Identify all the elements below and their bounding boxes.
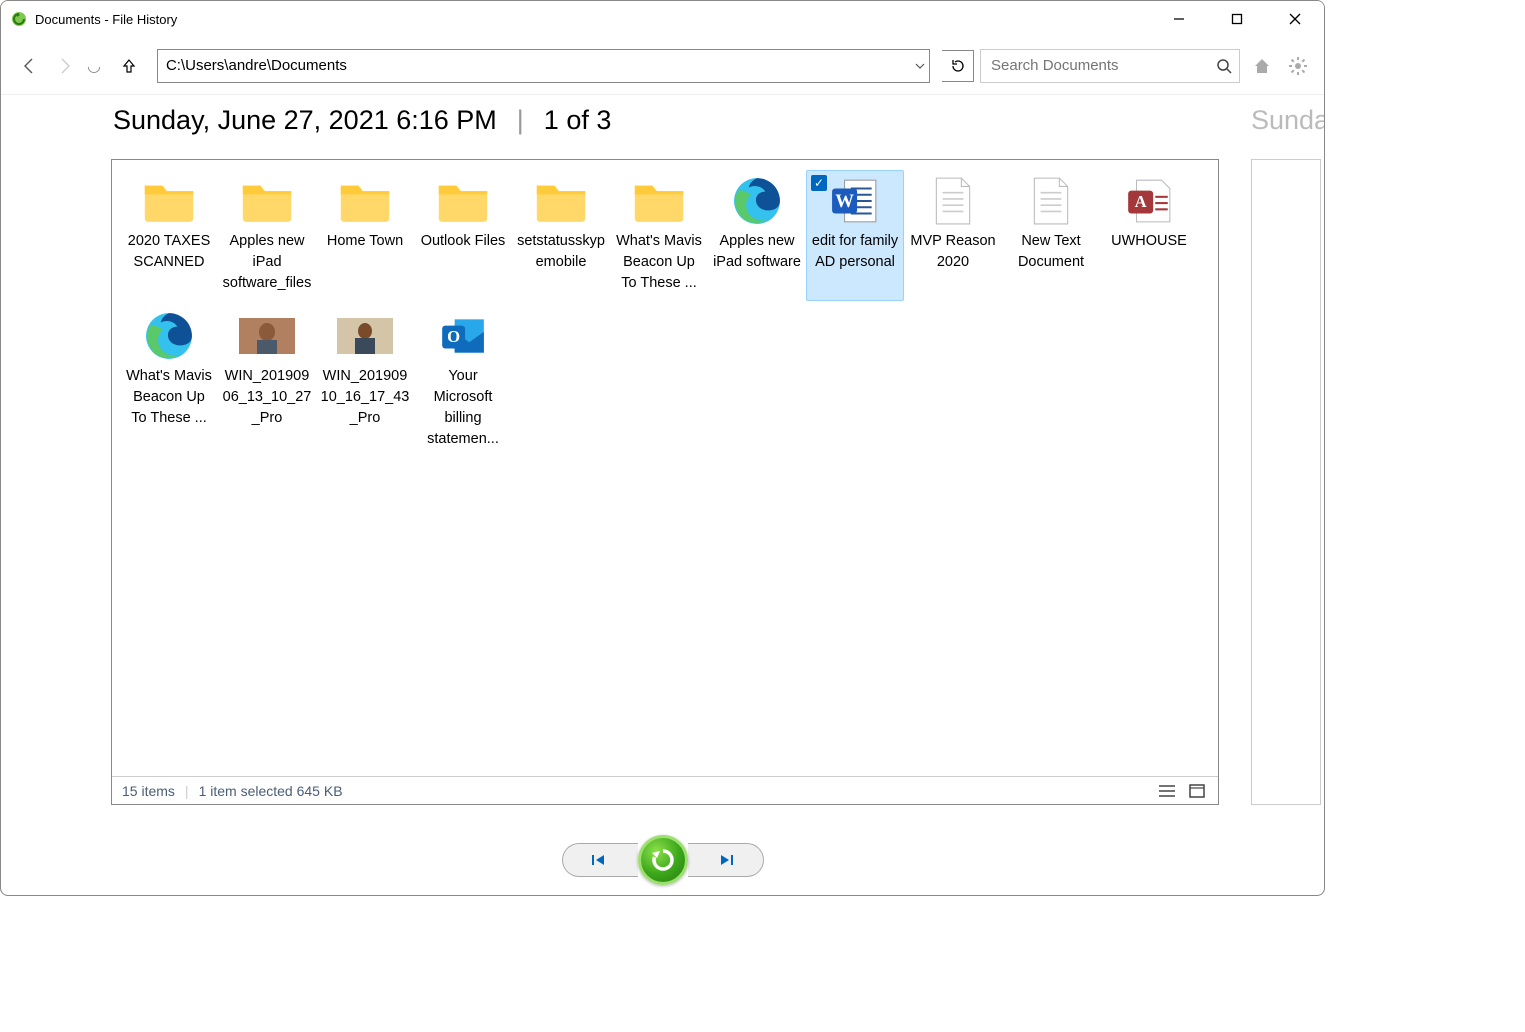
minimize-button[interactable] xyxy=(1150,1,1208,37)
status-selection: 1 item selected 645 KB xyxy=(199,783,343,799)
access-icon xyxy=(1119,175,1179,227)
address-dropdown[interactable] xyxy=(909,50,929,82)
address-input[interactable] xyxy=(158,50,909,82)
page-indicator: 1 of 3 xyxy=(544,105,612,136)
file-label: edit for family AD personal xyxy=(810,231,900,273)
content-area: Sunday, June 27, 2021 6:16 PM | 1 of 3 S… xyxy=(1,95,1324,835)
file-item[interactable]: What's Mavis Beacon Up To These ... xyxy=(120,305,218,457)
status-bar: 15 items | 1 item selected 645 KB xyxy=(112,776,1218,804)
file-label: 2020 TAXES SCANNED xyxy=(124,231,214,273)
search-input[interactable] xyxy=(981,57,1209,74)
file-label: Your Microsoft billing statemen... xyxy=(418,366,508,450)
file-label: Apples new iPad software_files xyxy=(222,231,312,294)
file-label: Home Town xyxy=(327,231,403,252)
edge-icon xyxy=(727,175,787,227)
icon-grid: 2020 TAXES SCANNEDApples new iPad softwa… xyxy=(112,160,1218,774)
restore-button[interactable] xyxy=(638,835,688,885)
edge-icon xyxy=(139,310,199,362)
back-button[interactable] xyxy=(13,50,45,82)
file-label: What's Mavis Beacon Up To These ... xyxy=(124,366,214,429)
file-label: New Text Document xyxy=(1006,231,1096,273)
history-nav-controls xyxy=(562,835,764,885)
view-icons-button[interactable] xyxy=(1186,781,1208,801)
file-label: Apples new iPad software xyxy=(712,231,802,273)
file-label: UWHOUSE xyxy=(1111,231,1187,252)
folder-icon xyxy=(433,175,493,227)
file-item[interactable]: MVP Reason 2020 xyxy=(904,170,1002,301)
folder-icon xyxy=(237,175,297,227)
image1-icon xyxy=(237,310,297,362)
up-button[interactable] xyxy=(113,50,145,82)
address-bar[interactable] xyxy=(157,49,930,83)
snapshot-date: Sunday, June 27, 2021 6:16 PM xyxy=(113,105,497,136)
file-history-window: Documents - File History ◡ xyxy=(0,0,1325,896)
previous-version-button[interactable] xyxy=(562,843,638,877)
file-item[interactable]: WIN_20190910_16_17_43_Pro xyxy=(316,305,414,457)
separator: ◡ xyxy=(87,56,101,76)
window-title: Documents - File History xyxy=(35,12,177,27)
file-label: Outlook Files xyxy=(421,231,506,252)
file-item[interactable]: Your Microsoft billing statemen... xyxy=(414,305,512,457)
folder-icon xyxy=(531,175,591,227)
titlebar: Documents - File History xyxy=(1,1,1324,37)
snapshot-heading: Sunday, June 27, 2021 6:16 PM | 1 of 3 xyxy=(113,105,611,136)
next-version-button[interactable] xyxy=(688,843,764,877)
file-item[interactable]: 2020 TAXES SCANNED xyxy=(120,170,218,301)
folder-icon xyxy=(629,175,689,227)
search-icon[interactable] xyxy=(1209,58,1239,74)
file-label: setstatusskypemobile xyxy=(516,231,606,273)
file-item[interactable]: UWHOUSE xyxy=(1100,170,1198,301)
folder-icon xyxy=(335,175,395,227)
file-panel: 2020 TAXES SCANNEDApples new iPad softwa… xyxy=(111,159,1219,805)
file-item[interactable]: WIN_20190906_13_10_27_Pro xyxy=(218,305,316,457)
text-icon xyxy=(923,175,983,227)
next-snapshot-panel[interactable] xyxy=(1251,159,1321,805)
view-list-button[interactable] xyxy=(1156,781,1178,801)
file-item[interactable]: Outlook Files xyxy=(414,170,512,301)
forward-button[interactable] xyxy=(49,50,81,82)
toolbar: ◡ xyxy=(1,37,1324,95)
file-item[interactable]: Home Town xyxy=(316,170,414,301)
file-item[interactable]: Apples new iPad software_files xyxy=(218,170,316,301)
search-box[interactable] xyxy=(980,49,1240,83)
refresh-button[interactable] xyxy=(942,50,974,82)
close-button[interactable] xyxy=(1266,1,1324,37)
file-item[interactable]: New Text Document xyxy=(1002,170,1100,301)
image2-icon xyxy=(335,310,395,362)
file-item[interactable]: edit for family AD personal xyxy=(806,170,904,301)
file-label: MVP Reason 2020 xyxy=(908,231,998,273)
file-label: WIN_20190906_13_10_27_Pro xyxy=(222,366,312,429)
home-button[interactable] xyxy=(1248,52,1276,80)
maximize-button[interactable] xyxy=(1208,1,1266,37)
text-icon xyxy=(1021,175,1081,227)
word-icon xyxy=(825,175,885,227)
file-label: WIN_20190910_16_17_43_Pro xyxy=(320,366,410,429)
file-label: What's Mavis Beacon Up To These ... xyxy=(614,231,704,294)
app-icon xyxy=(11,11,27,27)
folder-icon xyxy=(139,175,199,227)
next-snapshot-date: Sunday xyxy=(1251,105,1325,136)
file-item[interactable]: setstatusskypemobile xyxy=(512,170,610,301)
file-item[interactable]: Apples new iPad software xyxy=(708,170,806,301)
file-item[interactable]: What's Mavis Beacon Up To These ... xyxy=(610,170,708,301)
settings-button[interactable] xyxy=(1284,52,1312,80)
status-item-count: 15 items xyxy=(122,783,175,799)
outlook-icon xyxy=(433,310,493,362)
